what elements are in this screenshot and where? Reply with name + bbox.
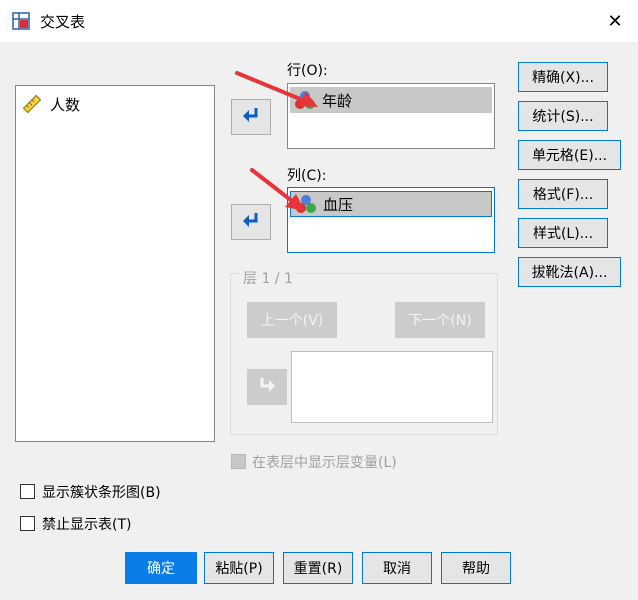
variable-list[interactable]: 人数: [15, 85, 215, 442]
arrow-right-icon: [257, 376, 277, 398]
format-button[interactable]: 格式(F)...: [518, 179, 608, 209]
nominal-icon: [294, 89, 316, 111]
style-button[interactable]: 样式(L)...: [518, 218, 608, 248]
previous-layer-button[interactable]: 上一个(V): [247, 302, 337, 338]
suppress-tables-checkbox[interactable]: [20, 516, 35, 531]
arrow-right-icon: [241, 211, 261, 233]
clustered-bar-chart-checkbox[interactable]: [20, 484, 35, 499]
rows-label: 行(O):: [287, 63, 328, 79]
ruler-icon: [22, 94, 42, 114]
paste-button[interactable]: 粘贴(P): [204, 552, 274, 584]
arrow-right-icon: [241, 106, 261, 128]
columns-label: 列(C):: [287, 168, 327, 184]
show-layer-variables-label: 在表层中显示层变量(L): [252, 455, 397, 471]
bootstrap-button[interactable]: 拔靴法(A)...: [518, 257, 621, 287]
next-layer-button[interactable]: 下一个(N): [395, 302, 485, 338]
exact-button[interactable]: 精确(X)...: [518, 62, 608, 92]
cancel-button[interactable]: 取消: [362, 552, 432, 584]
move-to-columns-button[interactable]: [231, 204, 271, 240]
columns-list[interactable]: 血压: [287, 187, 495, 253]
help-button[interactable]: 帮助: [441, 552, 511, 584]
nominal-icon: [295, 193, 317, 215]
cells-button[interactable]: 单元格(E)...: [518, 140, 621, 170]
window-title: 交叉表: [40, 13, 86, 31]
move-to-rows-button[interactable]: [231, 99, 271, 135]
clustered-bar-chart-label: 显示簇状条形图(B): [42, 485, 161, 501]
crosstabs-app-icon: [10, 10, 32, 32]
layer-list[interactable]: [291, 351, 493, 423]
reset-button[interactable]: 重置(R): [283, 552, 353, 584]
rows-list-item[interactable]: 年龄: [290, 87, 492, 113]
suppress-tables-label: 禁止显示表(T): [42, 517, 132, 533]
close-button[interactable]: ✕: [600, 7, 630, 35]
move-to-layer-button[interactable]: [247, 369, 287, 405]
variable-list-item[interactable]: 人数: [22, 92, 80, 116]
columns-list-item[interactable]: 血压: [290, 191, 492, 217]
rows-list[interactable]: 年龄: [287, 83, 495, 149]
statistics-button[interactable]: 统计(S)...: [518, 101, 608, 131]
title-bar: [0, 0, 638, 42]
variable-label: 人数: [50, 95, 81, 114]
ok-button[interactable]: 确定: [125, 552, 197, 584]
show-layer-variables-checkbox[interactable]: [231, 454, 246, 469]
close-icon: ✕: [607, 10, 623, 32]
columns-item-label: 血压: [323, 195, 354, 214]
layer-label: 层 1 / 1: [240, 268, 296, 288]
rows-item-label: 年龄: [322, 91, 353, 110]
